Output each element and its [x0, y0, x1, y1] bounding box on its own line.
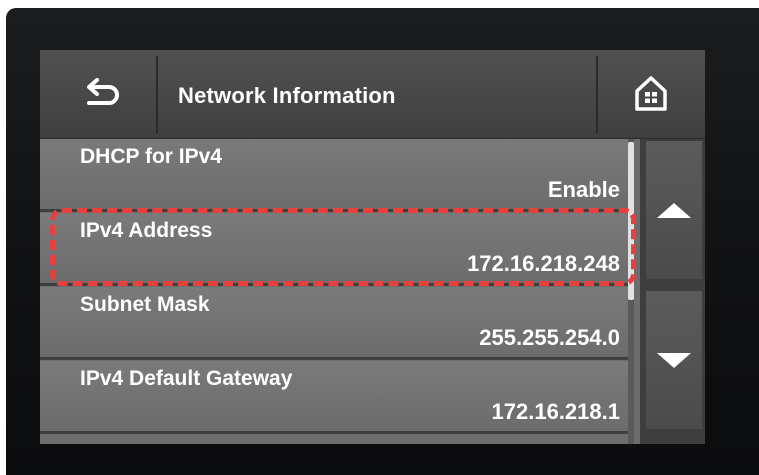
back-button[interactable] [48, 56, 158, 134]
scroll-buttons-panel [640, 139, 705, 444]
info-list[interactable]: DHCP for IPv4 Enable IPv4 Address 172.16… [40, 139, 640, 444]
list-item-subnet-mask: Subnet Mask 255.255.254.0 [40, 287, 630, 360]
list-item-value: Enable [547, 177, 620, 202]
highlight-box [50, 208, 636, 286]
back-arrow-icon [81, 78, 123, 112]
home-button[interactable] [596, 56, 704, 134]
page-title: Network Information [178, 83, 396, 108]
list-item-label: DHCP for IPv4 [80, 145, 222, 168]
list-item-label: IPv4 Default Gateway [80, 367, 293, 390]
header-bar: Network Information [40, 50, 705, 139]
scroll-up-button[interactable] [646, 141, 702, 279]
list-item-value: 255.255.254.0 [479, 325, 620, 350]
list-item-label: Subnet Mask [80, 293, 210, 316]
home-icon [631, 73, 671, 117]
list-item-dhcp: DHCP for IPv4 Enable [40, 139, 630, 212]
list-item-value: 172.16.218.1 [491, 399, 620, 424]
arrow-up-icon [657, 202, 691, 218]
arrow-down-icon [657, 352, 691, 368]
scroll-down-button[interactable] [646, 291, 702, 429]
list-item-default-gateway: IPv4 Default Gateway 172.16.218.1 [40, 361, 630, 434]
